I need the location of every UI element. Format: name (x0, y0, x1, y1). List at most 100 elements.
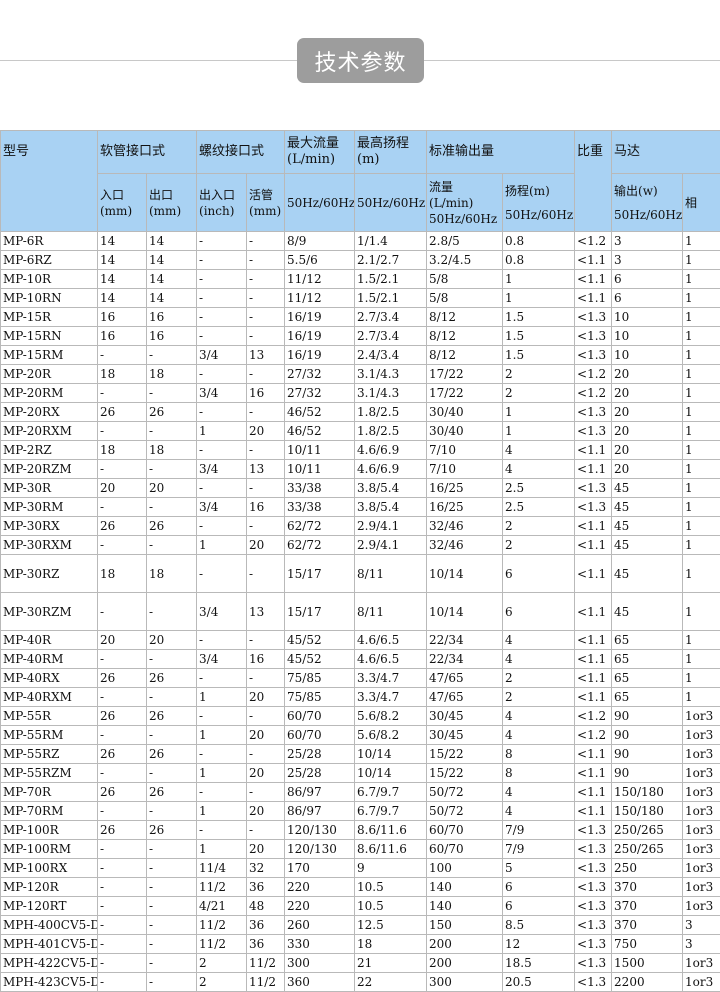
cell-power: 45 (611, 497, 684, 517)
cell-outlet: 20 (145, 630, 198, 650)
cell-flow: 15/22 (426, 744, 504, 764)
table-row: MP-30RM - -3/4 16 33/38 3.8/5.4 16/25 2.5 <1.3 45… (0, 497, 720, 517)
cell-max-flow: 5.5/6 (284, 250, 356, 270)
cell-flow: 30/40 (426, 402, 504, 422)
table-row: MP-30R 20 20- -33/38 3.8/5.4 16/25 2.5 <1.3 45 1 (0, 478, 720, 498)
cell-io: 11/2 (196, 915, 248, 935)
cell-io: 3/4 (196, 592, 248, 631)
cell-sg: <1.3 (574, 497, 613, 517)
cell-max-head: 22 (354, 972, 428, 992)
cell-power: 90 (611, 725, 684, 745)
cell-model: MP-20RM (0, 383, 98, 403)
cell-inlet: 18 (97, 364, 147, 384)
cell-inlet: 26 (97, 782, 147, 802)
cell-phase: 1or3 (682, 706, 720, 726)
cell-flow: 16/25 (426, 497, 504, 517)
cell-hose-tube: - (246, 326, 286, 346)
cell-max-head: 8/11 (354, 554, 428, 593)
cell-sg: <1.2 (574, 725, 613, 745)
cell-io: - (196, 668, 248, 688)
cell-flow: 30/45 (426, 725, 504, 745)
cell-io: 3/4 (196, 497, 248, 517)
cell-sg: <1.1 (574, 649, 613, 669)
cell-max-head: 8/11 (354, 592, 428, 631)
cell-phase: 1or3 (682, 782, 720, 802)
cell-inlet: 26 (97, 706, 147, 726)
cell-hose-tube: - (246, 288, 286, 308)
cell-flow: 200 (426, 953, 504, 973)
cell-inlet: 20 (97, 478, 147, 498)
cell-flow: 140 (426, 896, 504, 916)
cell-inlet: - (97, 801, 147, 821)
cell-max-head: 1.8/2.5 (354, 421, 428, 441)
cell-model: MP-30RZ (0, 554, 98, 593)
cell-sg: <1.3 (574, 877, 613, 897)
cell-hose-tube: - (246, 307, 286, 327)
cell-inlet: 26 (97, 516, 147, 536)
cell-sg: <1.1 (574, 801, 613, 821)
cell-inlet: 16 (97, 326, 147, 346)
header-phase: 相 (682, 173, 720, 232)
table-row: MP-100RM - -1 20 120/130 8.6/11.6 60/70 7/9 <1.3… (0, 839, 720, 859)
header-inlet-unit: (mm) (100, 203, 133, 218)
cell-outlet: 18 (145, 554, 198, 593)
header-hose-tube: 活管 (mm) (246, 173, 286, 232)
cell-max-head: 3.8/5.4 (354, 497, 428, 517)
table-row: MP-20R 18 18- -27/32 3.1/4.3 17/22 2 <1.2 20 1 (0, 364, 720, 384)
header-power: 输出(w) 50Hz/60Hz (611, 173, 684, 232)
spec-table: 型号 软管接口式 螺纹接口式 最大流量 (L/min) 最高扬程 (m) 标准输… (0, 130, 720, 992)
cell-hose-tube: - (246, 478, 286, 498)
cell-max-flow: 170 (284, 858, 356, 878)
table-row: MP-6R 14 14- -8/9 1/1.4 2.8/5 0.8 <1.2 3 1 (0, 231, 720, 251)
cell-max-head: 10.5 (354, 896, 428, 916)
cell-head: 2 (502, 687, 576, 707)
cell-io: 2 (196, 953, 248, 973)
cell-hose-tube: - (246, 782, 286, 802)
cell-max-head: 2.7/3.4 (354, 307, 428, 327)
cell-max-flow: 260 (284, 915, 356, 935)
cell-inlet: - (97, 915, 147, 935)
header-io: 出入口 (inch) (196, 173, 248, 232)
cell-phase: 1 (682, 269, 720, 289)
cell-max-flow: 10/11 (284, 440, 356, 460)
cell-hose-tube: 11/2 (246, 972, 286, 992)
cell-outlet: 18 (145, 364, 198, 384)
cell-phase: 1or3 (682, 896, 720, 916)
header-std-output: 标准输出量 (426, 130, 576, 174)
cell-max-head: 10/14 (354, 763, 428, 783)
cell-max-head: 1.5/2.1 (354, 269, 428, 289)
cell-flow: 5/8 (426, 269, 504, 289)
cell-inlet: 16 (97, 307, 147, 327)
cell-power: 250/265 (611, 839, 684, 859)
table-row: MP-20RX 26 26- -46/52 1.8/2.5 30/40 1 <1.3 20 1 (0, 402, 720, 422)
cell-io: 11/4 (196, 858, 248, 878)
cell-hose-tube: - (246, 269, 286, 289)
cell-power: 1500 (611, 953, 684, 973)
cell-power: 90 (611, 744, 684, 764)
cell-flow: 2.8/5 (426, 231, 504, 251)
cell-model: MPH-401CV5-D (0, 934, 98, 954)
cell-max-flow: 75/85 (284, 668, 356, 688)
cell-power: 65 (611, 630, 684, 650)
cell-max-head: 8.6/11.6 (354, 820, 428, 840)
cell-io: - (196, 516, 248, 536)
cell-sg: <1.1 (574, 763, 613, 783)
header-inlet: 入口 (mm) (97, 173, 147, 232)
cell-sg: <1.3 (574, 972, 613, 992)
cell-flow: 50/72 (426, 801, 504, 821)
cell-io: - (196, 478, 248, 498)
cell-head: 2 (502, 383, 576, 403)
section-title: 技术参数 (297, 38, 424, 83)
cell-power: 20 (611, 421, 684, 441)
cell-hose-tube: - (246, 820, 286, 840)
cell-hose-tube: 16 (246, 649, 286, 669)
cell-model: MP-6RZ (0, 250, 98, 270)
cell-io: 3/4 (196, 649, 248, 669)
cell-outlet: - (145, 725, 198, 745)
cell-inlet: - (97, 383, 147, 403)
cell-max-flow: 62/72 (284, 535, 356, 555)
cell-max-flow: 220 (284, 877, 356, 897)
cell-power: 45 (611, 592, 684, 631)
cell-inlet: 26 (97, 668, 147, 688)
header-outlet-unit: (mm) (149, 203, 182, 218)
